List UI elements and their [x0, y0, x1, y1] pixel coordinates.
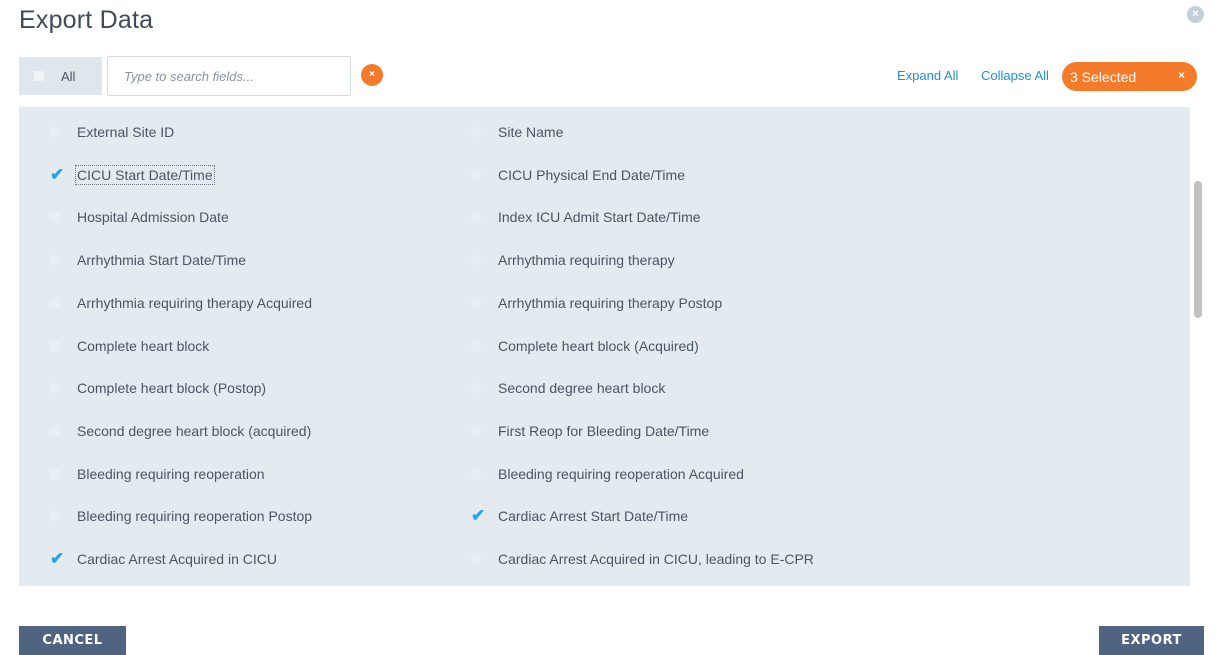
checkbox-icon[interactable]: [50, 127, 60, 137]
field-option[interactable]: Bleeding requiring reoperation Postop: [50, 506, 312, 526]
field-option[interactable]: ✔ Cardiac Arrest Acquired in CICU: [50, 549, 277, 569]
export-button[interactable]: EXPORT: [1099, 626, 1204, 655]
field-option[interactable]: First Reop for Bleeding Date/Time: [471, 421, 709, 441]
checkbox-icon[interactable]: [471, 170, 481, 180]
field-option[interactable]: Bleeding requiring reoperation Acquired: [471, 464, 744, 484]
dialog-title: Export Data: [19, 6, 154, 34]
field-option[interactable]: Complete heart block (Acquired): [471, 336, 699, 356]
checkbox-icon[interactable]: [471, 554, 481, 564]
checkbox-icon[interactable]: [471, 127, 481, 137]
field-option[interactable]: Cardiac Arrest Acquired in CICU, leading…: [471, 549, 814, 569]
checkbox-icon[interactable]: [50, 212, 60, 222]
field-option[interactable]: Site Name: [471, 122, 563, 142]
field-option[interactable]: Second degree heart block (acquired): [50, 421, 311, 441]
checkbox-icon[interactable]: [471, 255, 481, 265]
field-option-label: Complete heart block (Acquired): [498, 338, 699, 354]
select-all-checkbox[interactable]: All: [19, 57, 102, 95]
field-option-label: CICU Physical End Date/Time: [498, 167, 685, 183]
field-option[interactable]: ✔ CICU Start Date/Time: [50, 165, 215, 185]
scrollbar-thumb[interactable]: [1194, 181, 1202, 318]
scrollbar-track[interactable]: [1190, 107, 1204, 586]
field-option-label: Arrhythmia requiring therapy Acquired: [77, 295, 313, 311]
checkmark-icon[interactable]: ✔: [50, 165, 64, 185]
field-option-label: Bleeding requiring reoperation Acquired: [498, 466, 744, 482]
collapse-all-link[interactable]: Collapse All: [981, 68, 1049, 83]
checkbox-icon[interactable]: [34, 71, 44, 81]
field-option[interactable]: ✔ Cardiac Arrest Start Date/Time: [471, 506, 688, 526]
field-option[interactable]: Complete heart block: [50, 336, 209, 356]
checkbox-icon[interactable]: [50, 298, 60, 308]
expand-all-link[interactable]: Expand All: [897, 68, 958, 83]
field-option-label: Hospital Admission Date: [77, 209, 229, 225]
checkbox-icon[interactable]: [50, 469, 60, 479]
checkbox-icon[interactable]: [471, 298, 481, 308]
field-option-label: Cardiac Arrest Acquired in CICU, leading…: [498, 551, 814, 567]
field-option-label: Arrhythmia Start Date/Time: [77, 252, 247, 268]
checkbox-icon[interactable]: [50, 426, 60, 436]
field-option[interactable]: Arrhythmia requiring therapy: [471, 250, 675, 270]
selected-count-badge: 3 Selected ×: [1062, 62, 1197, 91]
field-option-label: Arrhythmia requiring therapy: [498, 252, 675, 268]
select-all-label: All: [61, 68, 76, 84]
field-option-label: Complete heart block: [77, 338, 210, 354]
field-option[interactable]: Arrhythmia Start Date/Time: [50, 250, 246, 270]
field-option[interactable]: CICU Physical End Date/Time: [471, 165, 685, 185]
field-option-label: Cardiac Arrest Acquired in CICU: [77, 551, 277, 567]
search-input[interactable]: [107, 56, 351, 96]
checkbox-icon[interactable]: [50, 341, 60, 351]
clear-selection-icon[interactable]: ×: [1178, 68, 1185, 82]
close-icon[interactable]: ×: [1187, 6, 1204, 23]
checkbox-icon[interactable]: [471, 383, 481, 393]
field-option-label: Bleeding requiring reoperation Postop: [77, 508, 313, 524]
field-option-label: Second degree heart block (acquired): [77, 423, 312, 439]
checkbox-icon[interactable]: [50, 511, 60, 521]
field-option-label: Cardiac Arrest Start Date/Time: [498, 508, 689, 524]
clear-search-icon[interactable]: ×: [361, 64, 383, 86]
field-option[interactable]: Index ICU Admit Start Date/Time: [471, 207, 701, 227]
field-option[interactable]: Hospital Admission Date: [50, 207, 229, 227]
checkbox-icon[interactable]: [471, 469, 481, 479]
checkbox-icon[interactable]: [471, 341, 481, 351]
checkmark-icon[interactable]: ✔: [471, 506, 485, 526]
field-option-label: First Reop for Bleeding Date/Time: [498, 423, 710, 439]
checkbox-icon[interactable]: [50, 383, 60, 393]
field-option[interactable]: Second degree heart block: [471, 378, 665, 398]
field-option[interactable]: Arrhythmia requiring therapy Acquired: [50, 293, 312, 313]
field-option[interactable]: Complete heart block (Postop): [50, 378, 266, 398]
cancel-button[interactable]: CANCEL: [19, 626, 126, 655]
field-option-label: Arrhythmia requiring therapy Postop: [498, 295, 723, 311]
checkmark-icon[interactable]: ✔: [50, 549, 64, 569]
field-option-label: CICU Start Date/Time: [75, 165, 215, 185]
checkbox-icon[interactable]: [50, 255, 60, 265]
field-option-label: Site Name: [498, 124, 564, 140]
checkbox-icon[interactable]: [471, 426, 481, 436]
field-option[interactable]: Arrhythmia requiring therapy Postop: [471, 293, 722, 313]
field-option-label: Index ICU Admit Start Date/Time: [498, 209, 701, 225]
field-option-label: Bleeding requiring reoperation: [77, 466, 265, 482]
field-option[interactable]: External Site ID: [50, 122, 174, 142]
field-list-panel: External Site ID Site Name ✔ CICU Start Dat…: [19, 107, 1204, 586]
field-option-label: Second degree heart block: [498, 380, 666, 396]
field-option-label: External Site ID: [77, 124, 175, 140]
selected-count-label: 3 Selected: [1070, 68, 1137, 85]
field-option[interactable]: Bleeding requiring reoperation: [50, 464, 265, 484]
checkbox-icon[interactable]: [471, 212, 481, 222]
field-option-label: Complete heart block (Postop): [77, 380, 267, 396]
